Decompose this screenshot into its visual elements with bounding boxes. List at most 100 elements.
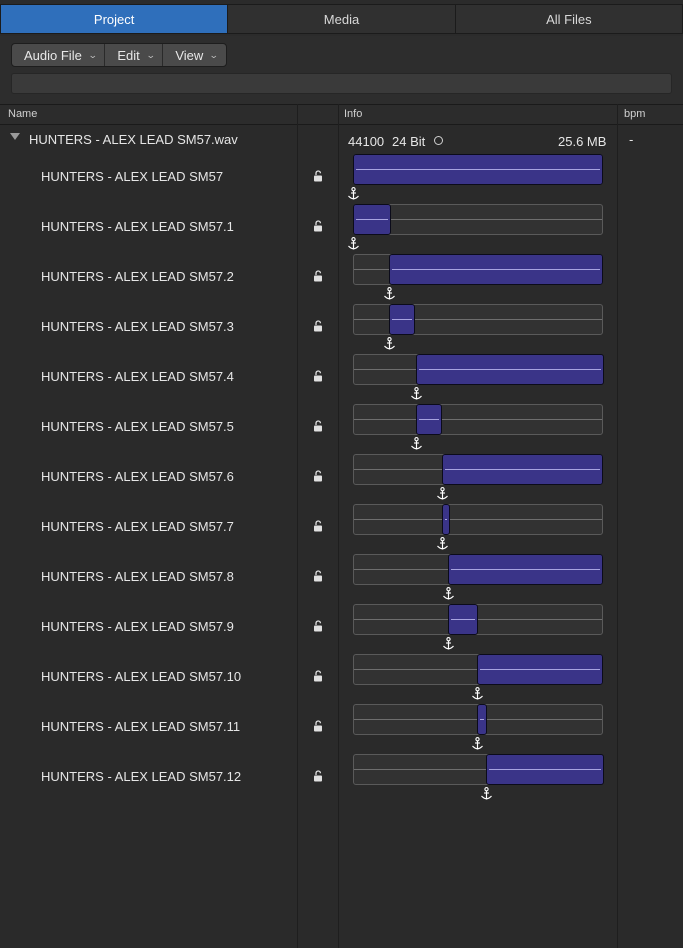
region-name: HUNTERS - ALEX LEAD SM57.8 xyxy=(41,569,234,584)
unlock-icon[interactable] xyxy=(313,770,323,782)
region-overview[interactable] xyxy=(353,704,603,750)
region-selection[interactable] xyxy=(486,754,604,785)
region-selection[interactable] xyxy=(442,504,450,535)
region-overview[interactable] xyxy=(353,454,603,500)
anchor-icon[interactable] xyxy=(347,187,360,201)
region-selection[interactable] xyxy=(389,254,603,285)
region-name: HUNTERS - ALEX LEAD SM57.3 xyxy=(41,319,234,334)
unlock-icon[interactable] xyxy=(313,220,323,232)
anchor-icon[interactable] xyxy=(410,387,423,401)
edit-menu-label: Edit xyxy=(117,47,140,63)
region-row[interactable]: HUNTERS - ALEX LEAD SM57.12 xyxy=(0,752,683,802)
region-row[interactable]: HUNTERS - ALEX LEAD SM57.9 xyxy=(0,602,683,652)
region-selection[interactable] xyxy=(448,604,478,635)
region-row[interactable]: HUNTERS - ALEX LEAD SM57.4 xyxy=(0,352,683,402)
anchor-icon[interactable] xyxy=(471,687,484,701)
search-input[interactable] xyxy=(11,73,672,94)
region-name: HUNTERS - ALEX LEAD SM57.6 xyxy=(41,469,234,484)
region-name: HUNTERS - ALEX LEAD SM57.9 xyxy=(41,619,234,634)
region-selection[interactable] xyxy=(442,454,603,485)
column-name-header[interactable]: Name xyxy=(8,108,37,120)
waveform-line xyxy=(489,769,601,770)
anchor-icon[interactable] xyxy=(471,737,484,751)
region-overview[interactable] xyxy=(348,154,603,200)
region-overview[interactable] xyxy=(353,354,604,400)
edit-menu[interactable]: Edit ⌄ xyxy=(105,44,164,66)
mono-icon xyxy=(434,136,443,145)
unlock-icon[interactable] xyxy=(313,370,323,382)
waveform-line xyxy=(451,619,475,620)
unlock-icon[interactable] xyxy=(313,470,323,482)
column-header: Name Info bpm xyxy=(0,104,683,125)
anchor-icon[interactable] xyxy=(410,437,423,451)
region-row[interactable]: HUNTERS - ALEX LEAD SM57.10 xyxy=(0,652,683,702)
region-name: HUNTERS - ALEX LEAD SM57.10 xyxy=(41,669,242,684)
region-selection[interactable] xyxy=(389,304,415,335)
column-bpm-header[interactable]: bpm xyxy=(624,108,645,120)
disclosure-triangle-icon[interactable] xyxy=(10,133,20,140)
region-selection[interactable] xyxy=(448,554,603,585)
region-overview[interactable] xyxy=(353,554,603,600)
waveform-line xyxy=(354,519,602,520)
unlock-icon[interactable] xyxy=(313,720,323,732)
audio-file-name: HUNTERS - ALEX LEAD SM57.wav xyxy=(29,132,238,147)
sample-rate: 44100 xyxy=(348,134,385,149)
region-row[interactable]: HUNTERS - ALEX LEAD SM57 xyxy=(0,152,683,202)
view-menu-label: View xyxy=(175,47,204,63)
audio-file-menu-label: Audio File xyxy=(24,47,82,63)
region-overview[interactable] xyxy=(353,504,603,550)
region-selection[interactable] xyxy=(416,404,442,435)
audio-file-menu[interactable]: Audio File ⌄ xyxy=(12,44,106,66)
tab-project[interactable]: Project xyxy=(0,4,228,34)
region-row[interactable]: HUNTERS - ALEX LEAD SM57.11 xyxy=(0,702,683,752)
anchor-icon[interactable] xyxy=(436,537,449,551)
region-overview[interactable] xyxy=(353,254,603,300)
anchor-icon[interactable] xyxy=(347,237,360,251)
anchor-icon[interactable] xyxy=(442,637,455,651)
region-row[interactable]: HUNTERS - ALEX LEAD SM57.6 xyxy=(0,452,683,502)
unlock-icon[interactable] xyxy=(313,620,323,632)
region-row[interactable]: HUNTERS - ALEX LEAD SM57.3 xyxy=(0,302,683,352)
waveform-line xyxy=(419,369,601,370)
anchor-icon[interactable] xyxy=(480,787,493,801)
anchor-icon[interactable] xyxy=(442,587,455,601)
region-row[interactable]: HUNTERS - ALEX LEAD SM57.8 xyxy=(0,552,683,602)
anchor-icon[interactable] xyxy=(383,287,396,301)
unlock-icon[interactable] xyxy=(313,170,323,182)
region-name: HUNTERS - ALEX LEAD SM57.2 xyxy=(41,269,234,284)
region-overview[interactable] xyxy=(353,754,604,800)
unlock-icon[interactable] xyxy=(313,570,323,582)
region-row[interactable]: HUNTERS - ALEX LEAD SM57.2 xyxy=(0,252,683,302)
column-info-header[interactable]: Info xyxy=(344,108,362,120)
unlock-icon[interactable] xyxy=(313,670,323,682)
unlock-icon[interactable] xyxy=(313,420,323,432)
region-selection[interactable] xyxy=(353,154,603,185)
region-row[interactable]: HUNTERS - ALEX LEAD SM57.1 xyxy=(0,202,683,252)
unlock-icon[interactable] xyxy=(313,520,323,532)
audio-file-row[interactable]: HUNTERS - ALEX LEAD SM57.wav 44100 24 Bi… xyxy=(0,126,683,152)
region-name: HUNTERS - ALEX LEAD SM57.7 xyxy=(41,519,234,534)
anchor-icon[interactable] xyxy=(383,337,396,351)
region-name: HUNTERS - ALEX LEAD SM57.1 xyxy=(41,219,234,234)
region-name: HUNTERS - ALEX LEAD SM57.12 xyxy=(41,769,242,784)
region-overview[interactable] xyxy=(353,654,603,700)
tab-media[interactable]: Media xyxy=(227,4,455,34)
region-overview[interactable] xyxy=(353,304,603,350)
region-selection[interactable] xyxy=(416,354,604,385)
view-menu[interactable]: View ⌄ xyxy=(163,44,226,66)
region-name: HUNTERS - ALEX LEAD SM57.11 xyxy=(41,719,241,734)
region-selection[interactable] xyxy=(353,204,391,235)
tab-all-files[interactable]: All Files xyxy=(454,4,683,34)
waveform-line xyxy=(392,269,600,270)
region-overview[interactable] xyxy=(353,404,603,450)
unlock-icon[interactable] xyxy=(313,320,323,332)
region-selection[interactable] xyxy=(477,704,487,735)
anchor-icon[interactable] xyxy=(436,487,449,501)
region-selection[interactable] xyxy=(477,654,603,685)
region-list: HUNTERS - ALEX LEAD SM57 HUNTERS - ALEX L… xyxy=(0,152,683,802)
region-row[interactable]: HUNTERS - ALEX LEAD SM57.5 xyxy=(0,402,683,452)
region-overview[interactable] xyxy=(353,604,603,650)
region-row[interactable]: HUNTERS - ALEX LEAD SM57.7 xyxy=(0,502,683,552)
unlock-icon[interactable] xyxy=(313,270,323,282)
region-overview[interactable] xyxy=(348,204,603,250)
